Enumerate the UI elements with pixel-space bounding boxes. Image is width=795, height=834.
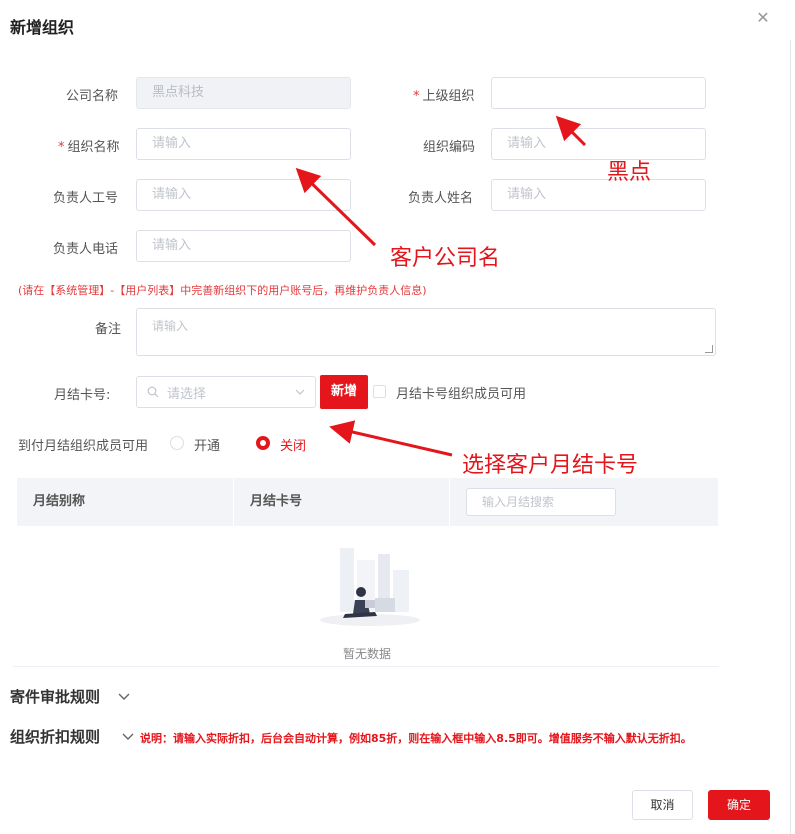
annotation-black-dot: 黑点 <box>607 160 652 185</box>
radio-open-label[interactable]: 开通 <box>194 435 220 454</box>
close-icon[interactable]: ✕ <box>755 10 771 26</box>
arrow-icon <box>329 420 453 457</box>
radio-open[interactable] <box>170 436 184 450</box>
annotation-select-card: 选择客户月结卡号 <box>462 453 639 478</box>
org-code-label: 组织编码 <box>423 140 476 155</box>
empty-illustration-icon <box>320 548 420 626</box>
remark-textarea[interactable]: 请输入 <box>136 308 716 356</box>
radio-close-label[interactable]: 关闭 <box>280 435 306 454</box>
org-name-label: 组织名称 <box>67 140 120 155</box>
org-name-label-wrap: * 组织名称 <box>58 136 120 155</box>
org-code-input[interactable]: 请输入 <box>491 128 706 160</box>
resize-handle-icon[interactable] <box>705 345 713 353</box>
company-name-input[interactable]: 黑点科技 <box>136 77 351 109</box>
manager-name-input[interactable]: 请输入 <box>491 179 706 211</box>
remark-placeholder: 请输入 <box>152 319 189 333</box>
dialog-edge <box>790 40 791 834</box>
card-members-checkbox[interactable] <box>373 385 386 398</box>
manager-hint: (请在【系统管理】-【用户列表】中完善新组织下的用户账号后，再维护负责人信息) <box>18 284 427 297</box>
approval-rules-heading[interactable]: 寄件审批规则 <box>10 686 100 707</box>
manager-phone-label: 负责人电话 <box>53 242 119 257</box>
monthly-card-select[interactable]: 请选择 <box>136 376 316 408</box>
chevron-down-icon <box>295 389 305 395</box>
annotation-arrows <box>295 115 587 457</box>
col-card-number: 月结卡号 <box>250 494 303 509</box>
cod-available-label: 到付月结组织成员可用 <box>18 439 149 454</box>
required-mark: * <box>413 89 420 104</box>
search-icon <box>147 386 159 398</box>
required-mark: * <box>58 140 65 155</box>
monthly-card-label: 月结卡号: <box>54 388 111 403</box>
dialog-title: 新增组织 <box>10 18 75 37</box>
empty-text: 暂无数据 <box>343 647 392 661</box>
card-members-checkbox-label[interactable]: 月结卡号组织成员可用 <box>396 383 526 402</box>
cancel-button[interactable]: 取消 <box>632 790 693 820</box>
monthly-card-placeholder: 请选择 <box>167 386 207 402</box>
manager-phone-input[interactable]: 请输入 <box>136 230 351 262</box>
discount-note: 说明：请输入实际折扣，后台会自动计算，例如85折，则在输入框中输入8.5即可。增… <box>140 732 692 745</box>
parent-org-label: 上级组织 <box>422 89 475 104</box>
org-name-input[interactable]: 请输入 <box>136 128 351 160</box>
add-card-button[interactable]: 新增 <box>320 375 368 409</box>
parent-org-input[interactable] <box>491 77 706 109</box>
chevron-down-icon[interactable] <box>122 730 134 742</box>
discount-rules-heading[interactable]: 组织折扣规则 <box>10 726 100 747</box>
card-search-input[interactable]: 输入月结搜索 <box>466 488 616 516</box>
parent-org-label-wrap: * 上级组织 <box>413 85 475 104</box>
col-sep <box>449 478 450 526</box>
manager-name-label: 负责人姓名 <box>408 191 474 206</box>
ok-button[interactable]: 确定 <box>708 790 770 820</box>
chevron-down-icon[interactable] <box>118 690 130 702</box>
remark-label: 备注 <box>95 322 122 337</box>
company-name-label: 公司名称 <box>66 89 119 104</box>
radio-close[interactable] <box>256 436 270 450</box>
annotation-client-company: 客户公司名 <box>390 246 501 271</box>
manager-id-input[interactable]: 请输入 <box>136 179 351 211</box>
table-divider <box>13 666 719 667</box>
col-card-alias: 月结别称 <box>33 494 86 509</box>
manager-id-label: 负责人工号 <box>53 191 119 206</box>
